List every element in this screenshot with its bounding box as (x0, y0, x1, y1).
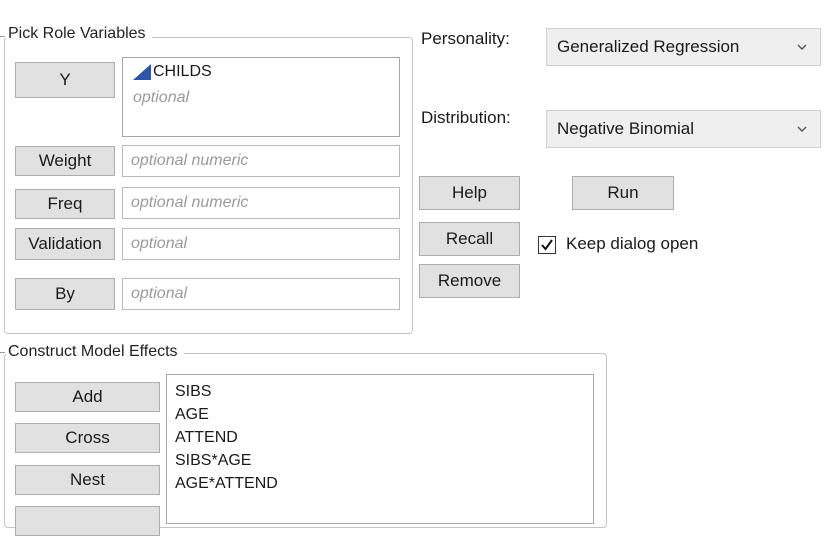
cross-button[interactable]: Cross (15, 423, 160, 453)
by-button[interactable]: By (15, 278, 115, 310)
y-role-listbox[interactable]: CHILDS optional (122, 57, 400, 137)
validation-field[interactable]: optional (122, 228, 400, 260)
nest-button[interactable]: Nest (15, 465, 160, 495)
next-button-partial[interactable] (15, 506, 160, 536)
group-dash (0, 352, 5, 353)
distribution-dropdown[interactable]: Negative Binomial (546, 110, 821, 148)
construct-model-effects-title: Construct Model Effects (6, 342, 184, 362)
y-button[interactable]: Y (15, 62, 115, 98)
checkmark-icon (541, 239, 553, 251)
list-item[interactable]: SIBS (175, 380, 593, 403)
personality-dropdown[interactable]: Generalized Regression (546, 28, 821, 66)
freq-field[interactable]: optional numeric (122, 187, 400, 219)
run-button[interactable]: Run (572, 176, 674, 210)
recall-button[interactable]: Recall (419, 222, 520, 256)
list-item[interactable]: ATTEND (175, 426, 593, 449)
list-item[interactable]: AGE (175, 403, 593, 426)
chevron-down-icon (797, 44, 807, 50)
keep-dialog-open-label[interactable]: Keep dialog open (566, 234, 698, 254)
distribution-value: Negative Binomial (557, 119, 695, 138)
personality-value: Generalized Regression (557, 37, 740, 56)
list-item[interactable]: SIBS*AGE (175, 449, 593, 472)
by-field[interactable]: optional (122, 278, 400, 310)
freq-button[interactable]: Freq (15, 189, 115, 219)
add-button[interactable]: Add (15, 382, 160, 412)
remove-button[interactable]: Remove (419, 264, 520, 298)
keep-dialog-open-checkbox[interactable] (538, 236, 556, 254)
continuous-icon (133, 63, 151, 80)
model-effects-listbox[interactable]: SIBS AGE ATTEND SIBS*AGE AGE*ATTEND (166, 374, 594, 524)
distribution-label: Distribution: (421, 108, 511, 127)
list-item[interactable]: AGE*ATTEND (175, 472, 593, 495)
validation-button[interactable]: Validation (15, 228, 115, 260)
help-button[interactable]: Help (419, 176, 520, 210)
y-optional-hint: optional (133, 89, 190, 106)
y-variable-name: CHILDS (153, 63, 212, 80)
chevron-down-icon (797, 126, 807, 132)
weight-field[interactable]: optional numeric (122, 145, 400, 177)
group-dash (0, 36, 5, 37)
y-variable-item[interactable]: CHILDS (133, 60, 212, 83)
weight-button[interactable]: Weight (15, 146, 115, 176)
pick-role-variables-title: Pick Role Variables (6, 24, 152, 44)
personality-label: Personality: (421, 29, 510, 48)
